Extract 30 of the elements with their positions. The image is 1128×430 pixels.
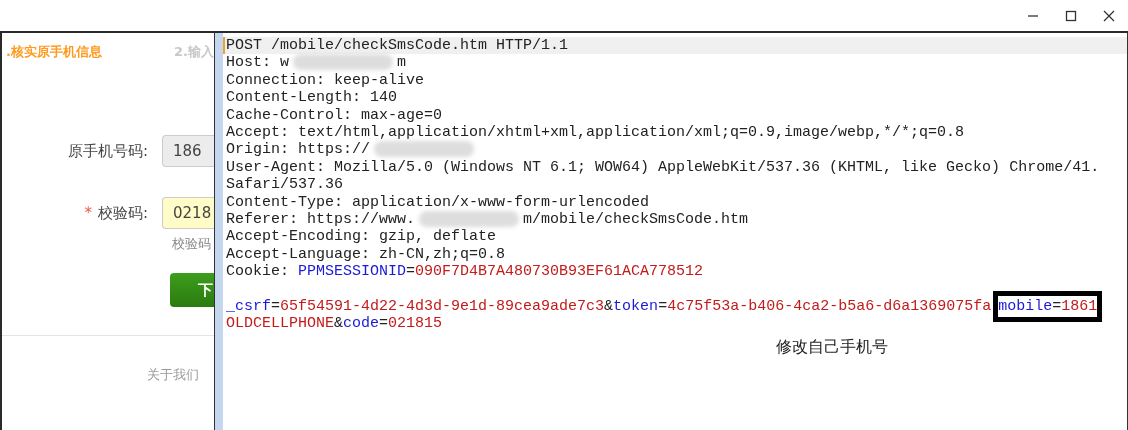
request-line-text: Cookie: PPMSESSIONID=090F7D4B7A480730B93EF61ACA778512: [226, 263, 704, 281]
annotation-text: 修改自己手机号: [776, 337, 888, 358]
request-line-text: Accept-Language: zh-CN,zh;q=0.8: [226, 245, 506, 264]
required-mark: *: [84, 203, 92, 222]
request-line-text: _csrf=65f54591-4d22-4d3d-9e1d-89cea9ade7c3&token=4c75f53a-b406-4ca2-b5a6-d6a1369075fa: [226, 297, 992, 316]
highlighted-parameter: mobile=1861: [993, 290, 1103, 323]
request-text: Host: w: [226, 54, 289, 72]
request-text: Origin: https://: [226, 141, 371, 159]
request-text: m/mobile/checkSmsCode.htm: [523, 210, 749, 229]
request-text: Referer: https://www.: [226, 210, 416, 229]
text-field[interactable]: 0218: [162, 197, 214, 229]
request-line-text: User-Agent: Mozilla/5.0 (Windows NT 6.1; WOW64) AppleWebKit/537.36 (KHTML, like Gecko) Chrome/41.: [226, 158, 1100, 177]
request-line-text: POST /mobile/checkSmsCode.htm HTTP/1.1: [226, 37, 569, 55]
field-label: * 校验码:: [84, 203, 148, 223]
request-line-text: Connection: keep-alive: [226, 71, 425, 90]
field-hint: 校验码: [172, 235, 212, 253]
request-line-text: Accept: text/html,application/xhtml+xml,application/xml;q=0.9,image/webp,*/*;q=0.8: [226, 123, 965, 142]
step-label: .核实原手机信息: [6, 43, 102, 61]
request-line-text: Content-Length: 140: [226, 89, 398, 107]
request-text: m: [397, 54, 407, 72]
next-button[interactable]: 下: [170, 273, 214, 307]
request-line-text: OLDCELLPHONE&code=021815: [226, 315, 443, 333]
request-line-text: Accept-Encoding: gzip, deflate: [226, 228, 497, 246]
maximize-icon: [1065, 9, 1077, 22]
request-line-text: Content-Type: application/x-www-form-urlencoded: [226, 193, 650, 211]
request-line-text: Cache-Control: max-age=0: [226, 106, 443, 124]
close-icon: [1103, 9, 1115, 22]
field-label: 原手机号码:: [67, 141, 148, 161]
request-line-text: Safari/537.36: [226, 176, 344, 194]
text-field[interactable]: 186: [162, 135, 214, 167]
